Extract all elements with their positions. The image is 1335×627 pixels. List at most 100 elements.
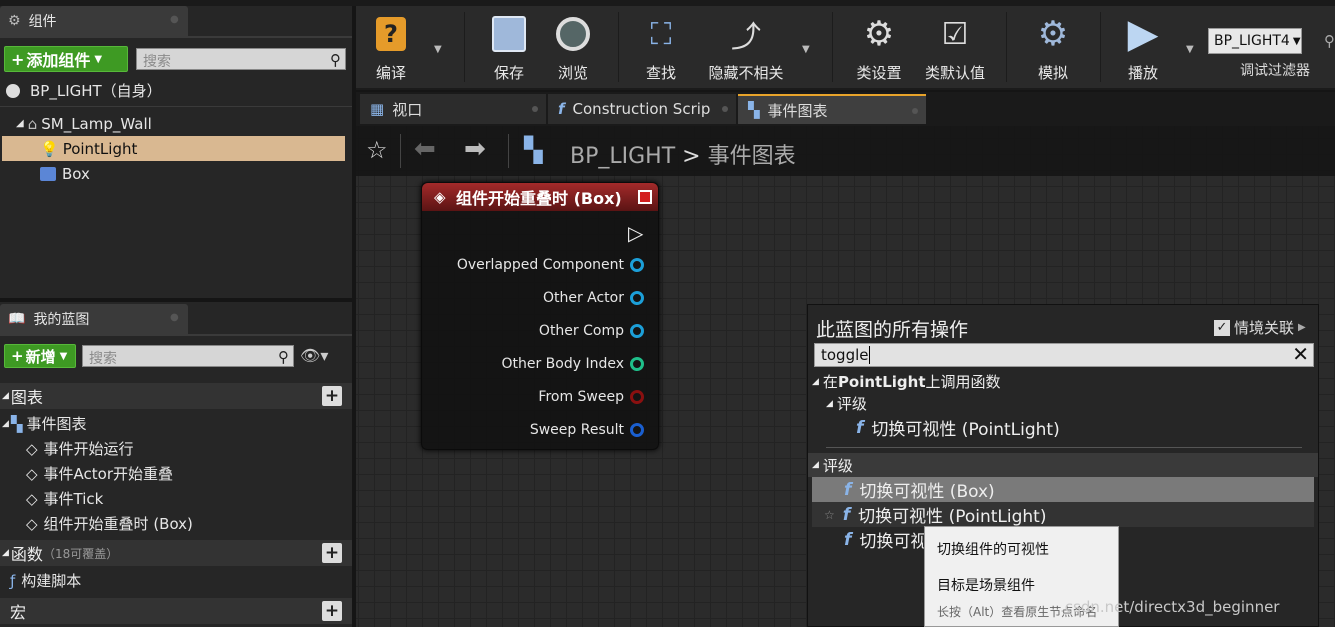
class-defaults-label: 类默认值 [924,64,985,82]
search-icon: ⚲ [278,348,289,366]
back-arrow-icon[interactable]: ⬅ [414,134,436,164]
tree-item-sm-lamp-wall[interactable]: ◢ ⌂ SM_Lamp_Wall [0,111,352,136]
node-pin-row[interactable]: Other Body Index [501,354,644,374]
pin-circle-icon[interactable] [630,390,644,404]
eye-icon[interactable]: 👁▾ [300,346,328,365]
action-item[interactable]: f 切换可视 [812,527,926,553]
tab-viewport[interactable]: ▦ 视口 [360,94,546,124]
graph-nav-bar: ☆ ⬅ ➡ ▚ BP_LIGHT > 事件图表 [356,126,1335,176]
event-graph-item[interactable]: ◢ ▚ 事件图表 [0,411,352,436]
blueprint-search-input[interactable]: 搜索 ⚲ [82,345,294,367]
event-item[interactable]: ◇ 事件开始运行 [0,436,352,461]
event-item[interactable]: ◇ 组件开始重叠时 (Box) [0,511,352,536]
pin-circle-icon[interactable] [630,357,644,371]
graphs-section[interactable]: ◢ 图表 + [0,383,352,409]
pin-label: Overlapped Component [456,257,624,273]
add-function-button[interactable]: + [322,543,342,563]
forward-arrow-icon[interactable]: ➡ [464,134,486,164]
pin-circle-icon[interactable] [630,258,644,272]
star-icon[interactable]: ☆ [824,508,835,522]
action-item[interactable]: f 切换可视性 (PointLight) [808,415,1318,441]
event-item[interactable]: ◇ 事件Tick [0,486,352,511]
expand-arrow-icon: ◢ [2,548,9,558]
construction-script-item[interactable]: ƒ 构建脚本 [0,568,352,593]
components-tab[interactable]: ⚙ 组件 ● [0,6,188,36]
category-prefix: 在 [822,373,838,391]
add-macro-button[interactable]: + [322,601,342,621]
action-menu-title: 此蓝图的所有操作 [816,319,969,341]
simulate-button[interactable]: ⚙ 模拟 [1020,10,1086,84]
action-item-selected[interactable]: f 切换可视性 (Box) [812,477,1314,502]
tab-event-graph[interactable]: ▚ 事件图表 [738,94,926,124]
root-component[interactable]: BP_LIGHT（自身） [0,78,352,103]
node-pin-row[interactable]: Sweep Result [530,420,644,440]
functions-section[interactable]: ◢ 函数 （18可覆盖） + [0,540,352,566]
node-header[interactable]: ◈ 组件开始重叠时 (Box) [422,183,658,211]
event-node[interactable]: ◈ 组件开始重叠时 (Box) ▷ Overlapped Component Ot… [421,182,659,450]
root-label: BP_LIGHT（自身） [30,82,162,100]
action-item[interactable]: ☆ f 切换可视性 (PointLight) [812,502,1314,527]
tree-item-box[interactable]: Box [0,161,352,186]
clear-icon[interactable]: ✕ [1292,342,1309,366]
tree-item-pointlight[interactable]: 💡 PointLight [2,136,345,161]
chevron-down-icon[interactable]: ▼ [434,44,442,55]
chevron-down-icon[interactable]: ▼ [1186,44,1194,55]
save-button[interactable]: 保存 [476,10,542,84]
tab-close-icon[interactable] [532,106,538,112]
exec-pin-icon[interactable]: ▷ [628,221,643,245]
search-icon[interactable]: ⚲ [1324,32,1335,50]
node-pin-row[interactable]: Other Actor [543,288,644,308]
pin-circle-icon[interactable] [630,324,644,338]
action-search-input[interactable]: toggle ✕ [814,342,1314,367]
rating-category[interactable]: ◢ 评级 [808,453,1318,477]
tab-close-icon[interactable] [912,108,918,114]
add-component-label: 添加组件 [26,51,91,70]
rating-subcategory[interactable]: ◢ 评级 [808,391,1318,416]
my-blueprint-tab[interactable]: 📖 我的蓝图 ● [0,304,188,334]
node-pin-row[interactable]: Overlapped Component [457,255,644,275]
event-item[interactable]: ◇ 事件Actor开始重叠 [0,461,352,486]
browse-button[interactable]: 浏览 [540,10,606,84]
left-panel: ⚙ 组件 ● + 添加组件 ▼ 搜索 ⚲ BP_LIGHT（自身） ◢ ⌂ SM… [0,6,352,627]
delegate-pin-icon[interactable] [638,190,652,204]
star-icon[interactable]: ☆ [366,136,388,164]
node-pin-row[interactable]: From Sweep [538,387,644,407]
hide-unrelated-button[interactable]: ⤴ 隐藏不相关 [696,10,796,84]
add-graph-button[interactable]: + [322,386,342,406]
function-icon: f [856,417,864,438]
gear-icon: ⚙ [863,14,895,54]
tab-construction-script[interactable]: f Construction Scrip [548,94,736,124]
category-suffix: 上调用函数 [925,373,1001,391]
class-settings-button[interactable]: ⚙ 类设置 [846,10,912,84]
context-sensitive-toggle[interactable]: ✓ 情境关联 ▶ [1214,317,1306,338]
tab-close-icon[interactable]: ● [170,312,180,323]
pin-circle-icon[interactable] [630,423,644,437]
debug-object-select[interactable]: BP_LIGHT4 ▼ [1208,28,1302,54]
find-button[interactable]: ⛶ 查找 [628,10,694,84]
add-component-button[interactable]: + 添加组件 ▼ [4,46,128,72]
class-defaults-button[interactable]: ☑ 类默认值 [920,10,990,84]
mesh-icon: ⌂ [27,114,38,133]
breadcrumb-blueprint[interactable]: BP_LIGHT [570,144,675,169]
node-pin-row[interactable]: Other Comp [539,321,644,341]
pin-circle-icon[interactable] [630,291,644,305]
event-label: 事件开始运行 [43,440,134,458]
compile-button[interactable]: ? 编译 [358,10,424,84]
pin-label: Other Actor [542,290,624,306]
browse-label: 浏览 [557,64,588,82]
tab-close-icon[interactable]: ● [170,14,180,25]
expand-arrow-icon: ◢ [2,391,9,401]
tree-item-label: SM_Lamp_Wall [41,114,152,133]
chevron-down-icon[interactable]: ▼ [802,44,810,55]
new-button[interactable]: + 新增 ▼ [4,344,76,368]
macros-section[interactable]: 宏 + [0,598,352,624]
tab-close-icon[interactable] [722,106,728,112]
construction-script-label: 构建脚本 [21,572,82,590]
play-button[interactable]: ▶ 播放 [1110,10,1176,84]
hide-unrelated-icon: ⤴ [731,20,761,55]
action-item-label: 切换可视性 (Box) [859,482,995,502]
debug-object-value: BP_LIGHT4 [1214,33,1290,49]
component-search-input[interactable]: 搜索 ⚲ [136,48,346,70]
category-target: PointLight [837,372,926,391]
search-placeholder: 搜索 [143,54,171,70]
